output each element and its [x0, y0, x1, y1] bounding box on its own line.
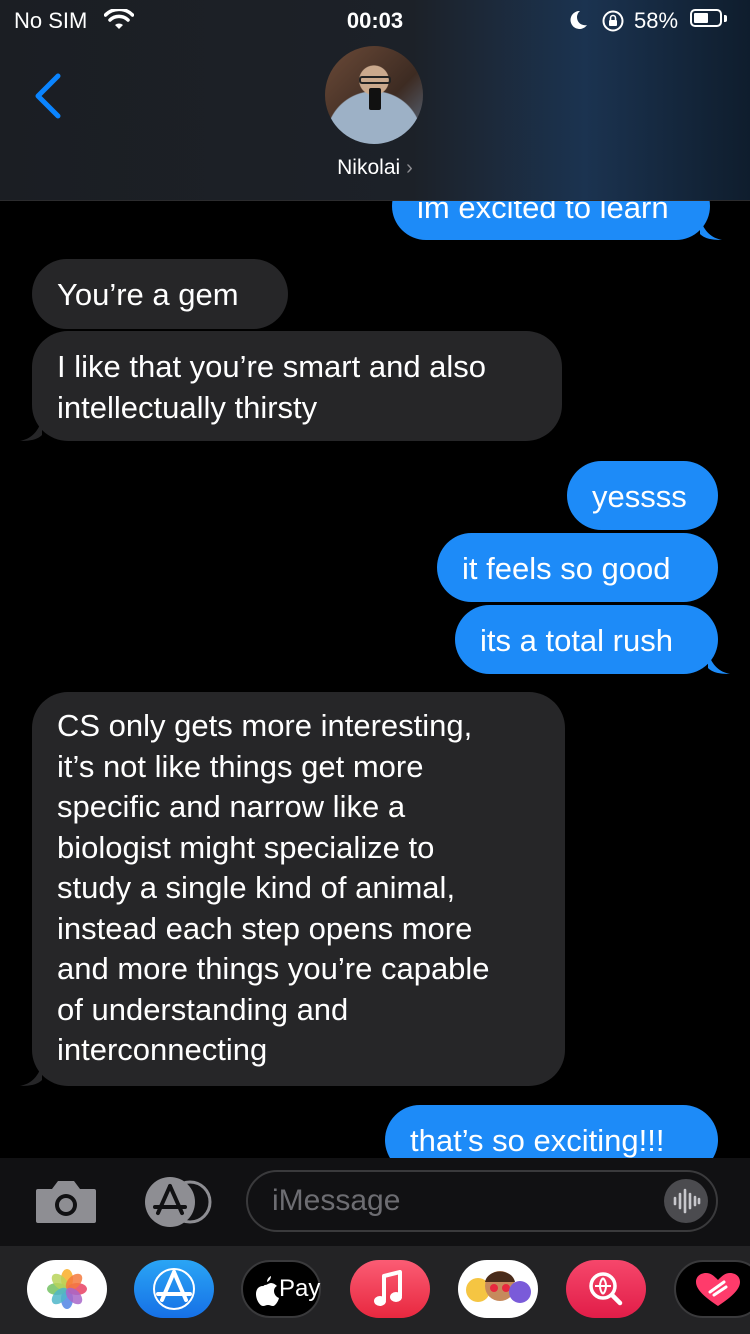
status-bar: No SIM 00:03 58%: [0, 0, 750, 40]
contact-avatar[interactable]: [325, 46, 423, 144]
avatar-glasses: [359, 76, 391, 84]
digital-touch-icon: [696, 1273, 740, 1306]
message-bubble-outgoing[interactable]: it feels so good: [437, 533, 718, 602]
music-icon: [374, 1270, 402, 1306]
message-line: interconnecting: [57, 1032, 268, 1067]
message-line: study a single kind of animal,: [57, 870, 456, 905]
message-bubble-outgoing[interactable]: yessss: [567, 461, 718, 530]
contact-name: Nikolai: [337, 156, 401, 179]
message-text: its a total rush: [480, 623, 673, 658]
message-line: intellectually thirsty: [57, 389, 318, 425]
apple-pay-app-icon[interactable]: Pay: [241, 1260, 321, 1318]
chevron-right-icon: ›: [406, 157, 413, 179]
message-line: of understanding and: [57, 991, 349, 1027]
app-store-drawer-icon[interactable]: [140, 1177, 212, 1227]
camera-icon[interactable]: [34, 1177, 98, 1225]
image-search-icon: [589, 1272, 623, 1306]
app-drawer: Pay: [0, 1246, 750, 1334]
message-text: yessss: [592, 479, 687, 514]
message-line: specific and narrow like a: [57, 789, 406, 824]
battery-tip: [724, 15, 727, 22]
contact-name-button[interactable]: Nikolai ›: [0, 156, 750, 180]
avatar-phone: [369, 88, 381, 110]
bubble-tail: [20, 1064, 42, 1086]
message-input-placeholder: iMessage: [272, 1184, 401, 1217]
message-input[interactable]: iMessage: [246, 1170, 718, 1232]
message-line: CS only gets more interesting,: [57, 708, 473, 743]
message-line: and more things you’re capable: [57, 951, 490, 986]
do-not-disturb-icon: [570, 10, 587, 29]
message-bubble-incoming[interactable]: I like that you’re smart and also intell…: [32, 331, 562, 441]
digital-touch-app-icon[interactable]: [674, 1260, 750, 1318]
audio-message-button[interactable]: [664, 1179, 708, 1223]
message-bubble-outgoing[interactable]: its a total rush: [455, 605, 718, 674]
battery-percent: 58%: [634, 8, 679, 33]
music-app-icon[interactable]: [350, 1260, 430, 1318]
bubble-tail: [700, 218, 722, 240]
photos-app-icon[interactable]: [27, 1260, 107, 1318]
photos-icon: [47, 1269, 87, 1309]
message-text: You’re a gem: [57, 277, 239, 312]
app-store-icon: [153, 1268, 195, 1310]
message-text: it feels so good: [462, 551, 671, 586]
bubble-tail: [708, 652, 730, 674]
apple-pay-label: Pay: [279, 1275, 321, 1302]
message-line: biologist might specialize to: [57, 829, 435, 865]
image-search-app-icon[interactable]: [566, 1260, 646, 1318]
battery-icon: [690, 9, 722, 27]
message-bubble-incoming[interactable]: CS only gets more interesting, it’s not …: [32, 692, 565, 1086]
bubble-tail: [20, 419, 42, 441]
compose-bar: iMessage: [0, 1158, 750, 1246]
back-chevron-icon[interactable]: [30, 72, 70, 122]
memoji-app-icon[interactable]: [458, 1260, 538, 1318]
rotation-lock-icon: [602, 10, 624, 32]
message-line: I like that you’re smart and also: [57, 349, 487, 384]
message-line: instead each step opens more: [57, 910, 473, 946]
app-store-app-icon[interactable]: [134, 1260, 214, 1318]
message-line: it’s not like things get more: [57, 748, 424, 784]
memoji-icon: [466, 1271, 531, 1303]
waveform-icon: [673, 1188, 701, 1214]
message-text: that’s so exciting!!!: [410, 1123, 665, 1158]
message-bubble-incoming[interactable]: You’re a gem: [32, 259, 288, 329]
